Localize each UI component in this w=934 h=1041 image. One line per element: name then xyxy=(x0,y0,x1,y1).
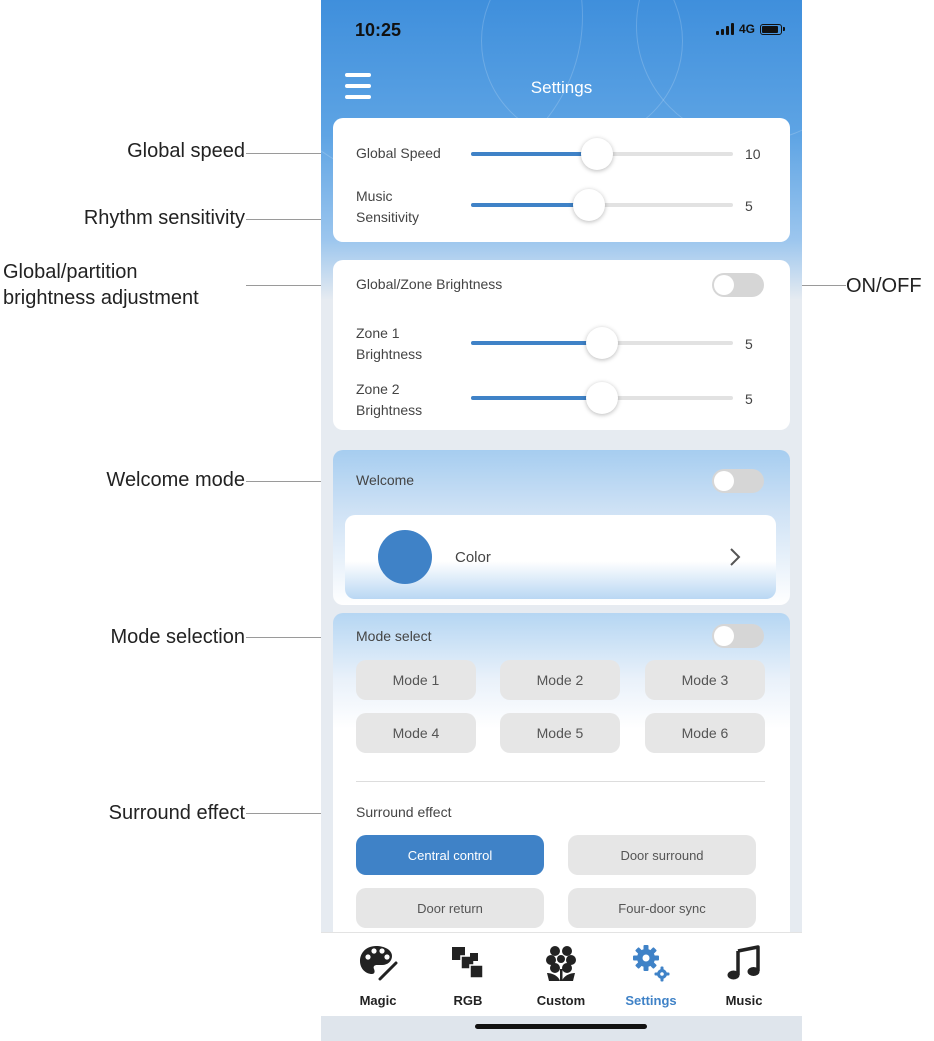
tab-label: Magic xyxy=(359,993,397,1008)
phone-screen: 10:25 4G Settings Global Speed 10 Music … xyxy=(321,0,802,1041)
slider-fill xyxy=(471,203,589,207)
zone1-brightness-slider[interactable] xyxy=(471,327,733,359)
tab-bar: Magic RGB Custom Settings Music xyxy=(321,932,802,1017)
color-swatch xyxy=(378,530,432,584)
zone1-brightness-label: Zone 1 Brightness xyxy=(356,325,423,362)
annotation-rhythm-sensitivity: Rhythm sensitivity xyxy=(83,207,245,229)
rgb-squares-icon xyxy=(452,947,484,979)
mode-3-button[interactable]: Mode 3 xyxy=(645,660,765,700)
flower-icon xyxy=(546,946,576,981)
battery-icon xyxy=(760,23,785,35)
slider-fill xyxy=(471,341,602,345)
annotation-welcome-mode: Welcome mode xyxy=(106,469,245,491)
tab-label: Settings xyxy=(625,993,677,1008)
network-type: 4G xyxy=(738,22,755,36)
annotation-brightness-line1: Global/partition xyxy=(3,261,138,283)
section-divider xyxy=(356,781,765,782)
tab-label: Custom xyxy=(536,993,586,1008)
global-speed-slider[interactable] xyxy=(471,138,733,170)
annotation-brightness-line2: brightness adjustment xyxy=(3,287,199,309)
annotation-global-speed: Global speed xyxy=(127,140,245,162)
zone1-brightness-value: 5 xyxy=(745,336,753,352)
tab-label: Music xyxy=(725,993,763,1008)
slider-fill xyxy=(471,396,602,400)
palette-icon xyxy=(360,946,398,981)
door-surround-button[interactable]: Door surround xyxy=(568,835,756,875)
zone2-brightness-slider[interactable] xyxy=(471,382,733,414)
status-indicators: 4G xyxy=(715,22,785,36)
zone2-brightness-label: Zone 2 Brightness xyxy=(356,381,423,418)
annotation-brightness: Global/partition brightness adjustment xyxy=(3,259,199,311)
zone2-brightness-value: 5 xyxy=(745,391,753,407)
brightness-title: Global/Zone Brightness xyxy=(356,276,503,292)
slider-thumb[interactable] xyxy=(572,189,605,221)
annotation-on-off: ON/OFF xyxy=(846,275,922,297)
annotation-surround-effect: Surround effect xyxy=(108,802,245,824)
tab-label: RGB xyxy=(453,993,483,1008)
mode-select-toggle[interactable] xyxy=(712,624,764,648)
slider-fill xyxy=(471,152,597,156)
brightness-toggle[interactable] xyxy=(712,273,764,297)
global-speed-label: Global Speed xyxy=(356,145,441,161)
mode-5-button[interactable]: Mode 5 xyxy=(500,713,620,753)
brightness-card: Global/Zone Brightness Zone 1 Brightness… xyxy=(333,260,790,430)
global-speed-value: 10 xyxy=(745,146,761,162)
welcome-section: Welcome Color xyxy=(333,450,790,605)
music-note-icon xyxy=(727,945,760,980)
signal-icon xyxy=(715,23,734,35)
surround-effect-title: Surround effect xyxy=(356,804,452,820)
gears-icon xyxy=(633,945,670,982)
page-title: Settings xyxy=(530,78,593,97)
tab-music[interactable]: Music xyxy=(704,939,784,1009)
four-door-sync-button[interactable]: Four-door sync xyxy=(568,888,756,928)
home-indicator[interactable] xyxy=(475,1024,647,1029)
welcome-title: Welcome xyxy=(356,472,415,488)
status-time: 10:25 xyxy=(355,20,402,40)
mode-1-button[interactable]: Mode 1 xyxy=(356,660,476,700)
slider-thumb[interactable] xyxy=(586,327,618,359)
door-return-button[interactable]: Door return xyxy=(356,888,544,928)
color-label: Color xyxy=(455,549,491,566)
slider-thumb[interactable] xyxy=(586,382,618,414)
tab-custom[interactable]: Custom xyxy=(521,939,601,1009)
slider-thumb[interactable] xyxy=(580,138,613,170)
tab-rgb[interactable]: RGB xyxy=(428,939,508,1009)
mode-6-button[interactable]: Mode 6 xyxy=(645,713,765,753)
music-sensitivity-slider[interactable] xyxy=(471,189,733,221)
music-sensitivity-label: Music Sensitivity xyxy=(356,188,420,225)
central-control-button[interactable]: Central control xyxy=(356,835,544,875)
color-row[interactable]: Color xyxy=(345,515,776,599)
tab-settings[interactable]: Settings xyxy=(611,939,691,1009)
mode-select-title: Mode select xyxy=(356,628,432,644)
speed-card: Global Speed 10 Music Sensitivity 5 xyxy=(333,118,790,242)
mode-2-button[interactable]: Mode 2 xyxy=(500,660,620,700)
mode-section: Mode select Mode 1 Mode 2 Mode 3 Mode 4 … xyxy=(333,613,790,943)
home-indicator-area xyxy=(321,1016,802,1041)
tab-magic[interactable]: Magic xyxy=(338,939,418,1009)
welcome-toggle[interactable] xyxy=(712,469,764,493)
annotation-mode-selection: Mode selection xyxy=(110,626,245,648)
chevron-right-icon xyxy=(730,548,741,566)
mode-4-button[interactable]: Mode 4 xyxy=(356,713,476,753)
music-sensitivity-value: 5 xyxy=(745,198,753,214)
